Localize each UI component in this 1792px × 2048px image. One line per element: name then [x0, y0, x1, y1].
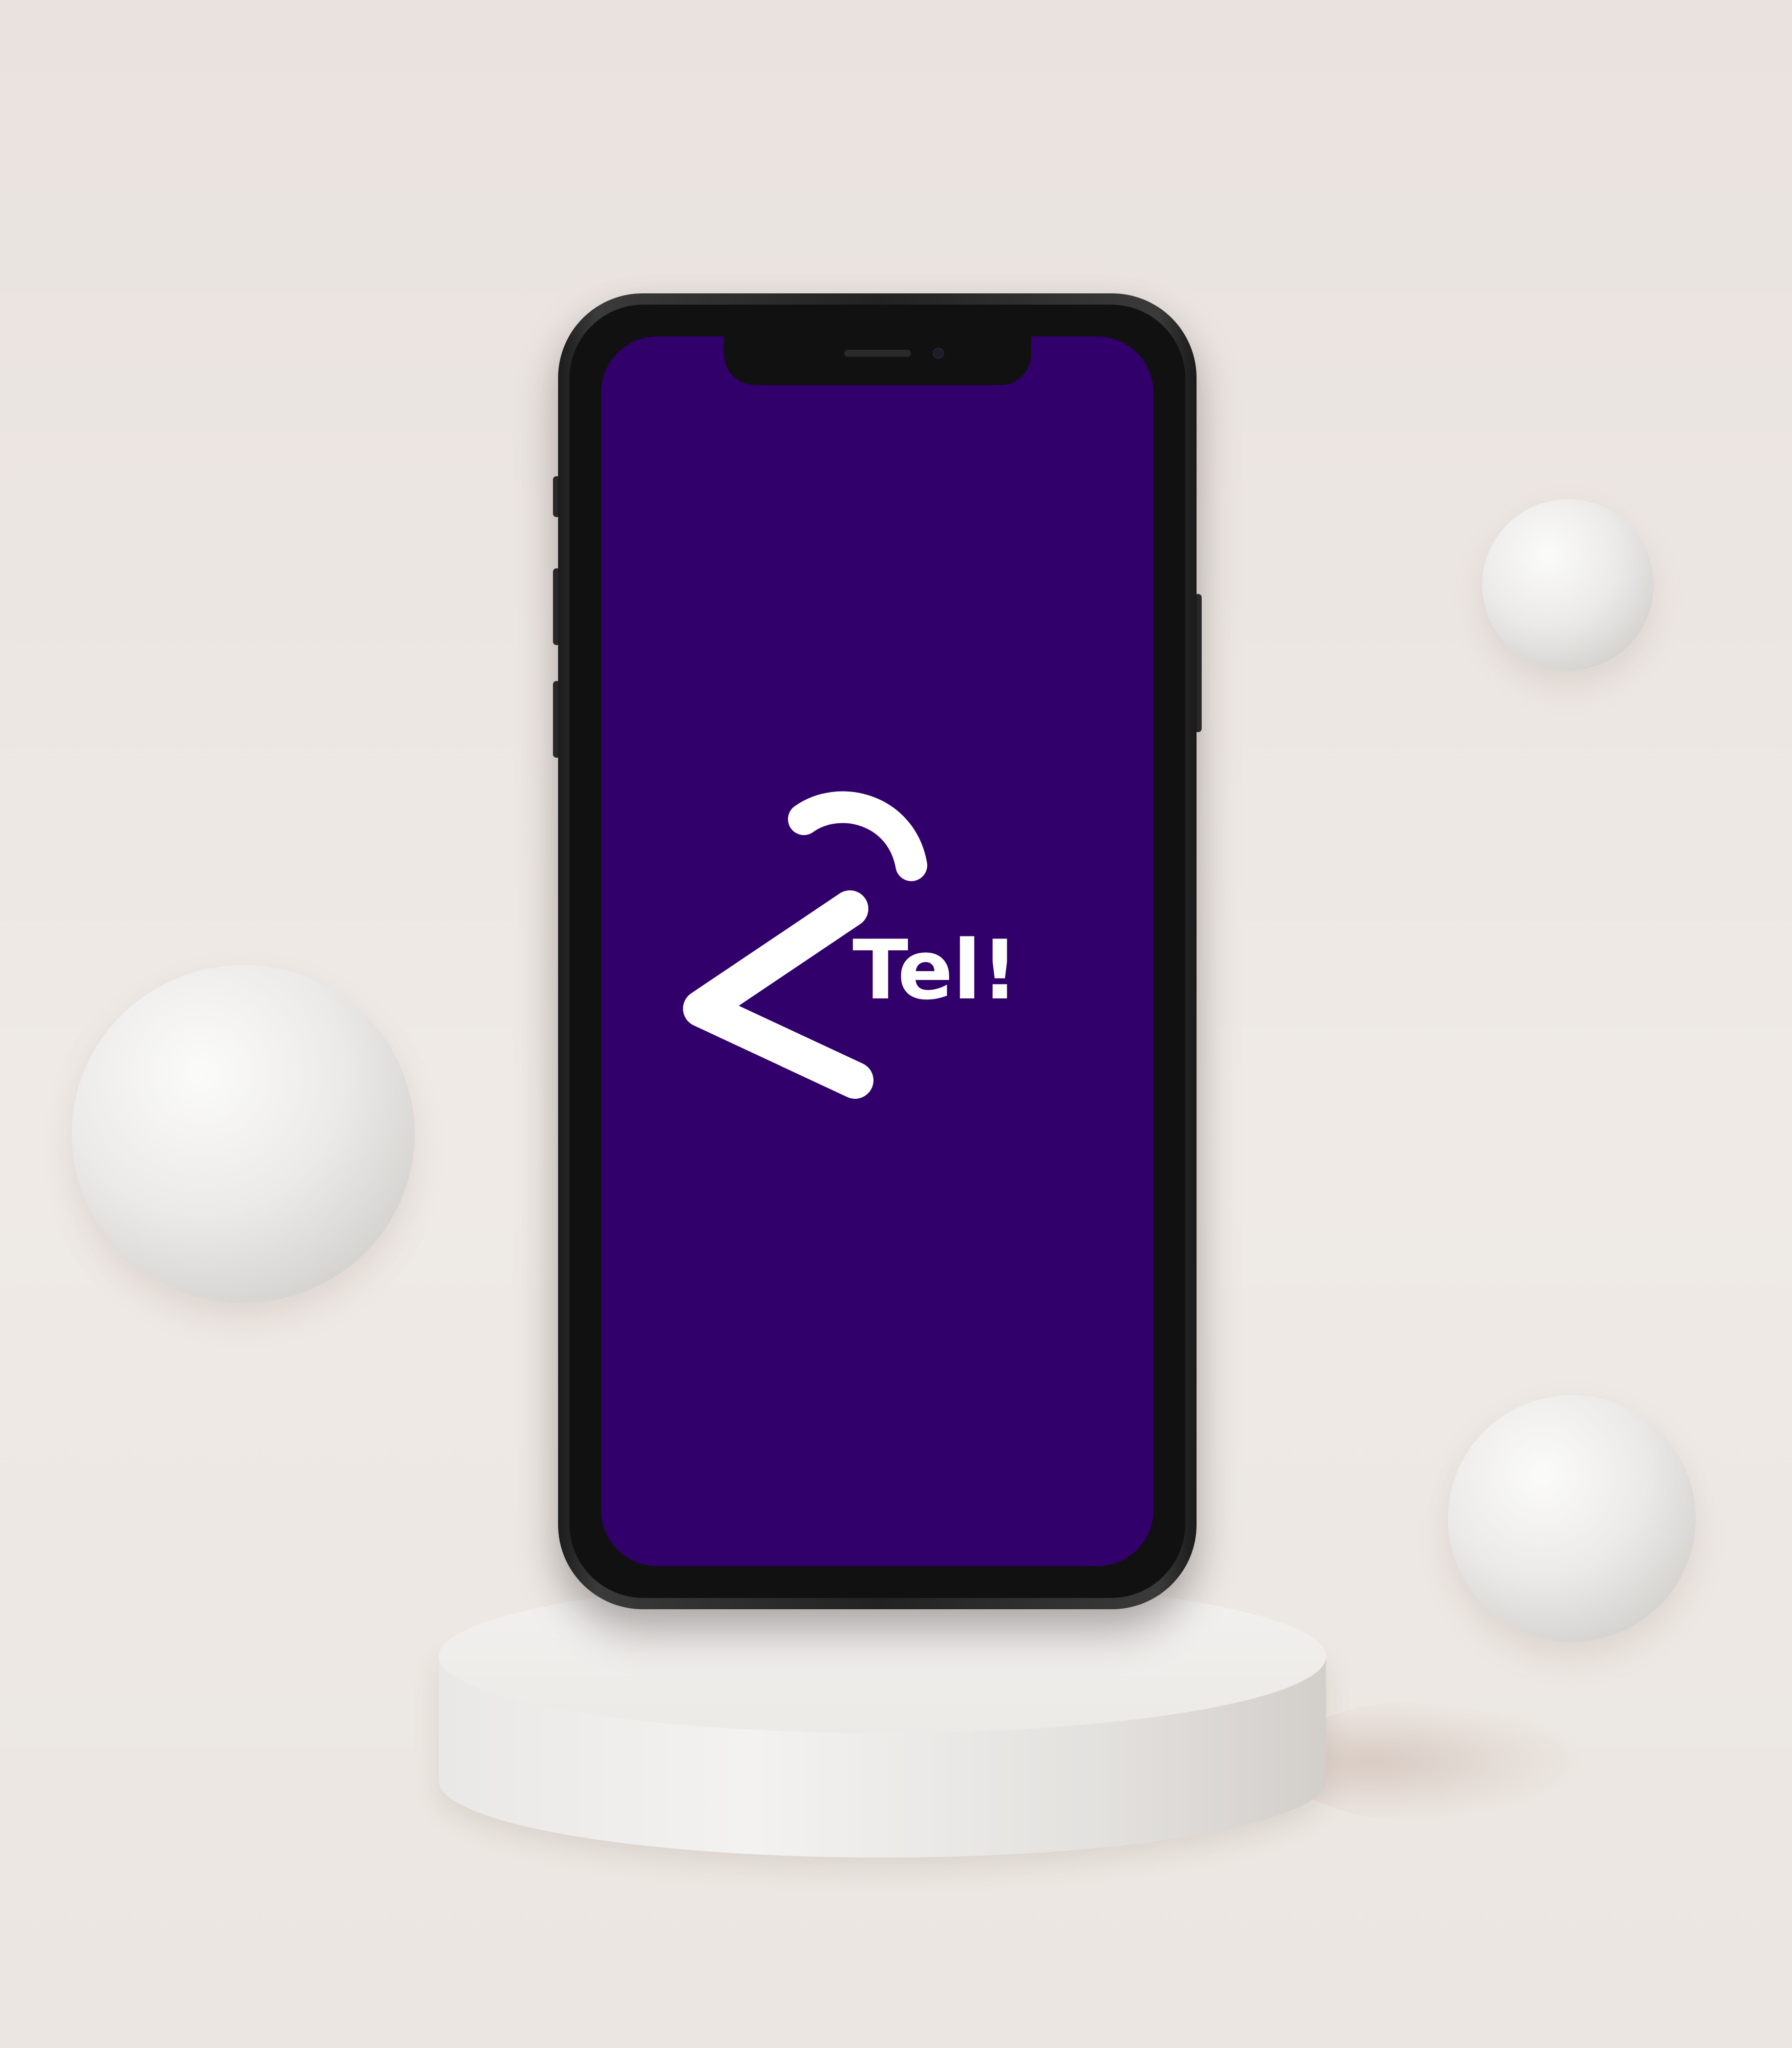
earpiece-speaker — [844, 350, 911, 357]
decorative-sphere-bottom-right — [1448, 1395, 1696, 1642]
decorative-sphere-top-right — [1482, 499, 1654, 671]
pedestal-shadow — [1280, 1700, 1587, 1823]
decorative-sphere-left — [72, 965, 415, 1303]
front-camera — [932, 348, 944, 359]
logo-arc-icon — [788, 791, 927, 881]
logo-chevron-icon — [683, 890, 873, 1099]
logo-wordmark: Tel! — [852, 922, 1018, 1018]
app-logo: Tel! — [683, 791, 1018, 1099]
phone-notch — [723, 336, 1031, 385]
